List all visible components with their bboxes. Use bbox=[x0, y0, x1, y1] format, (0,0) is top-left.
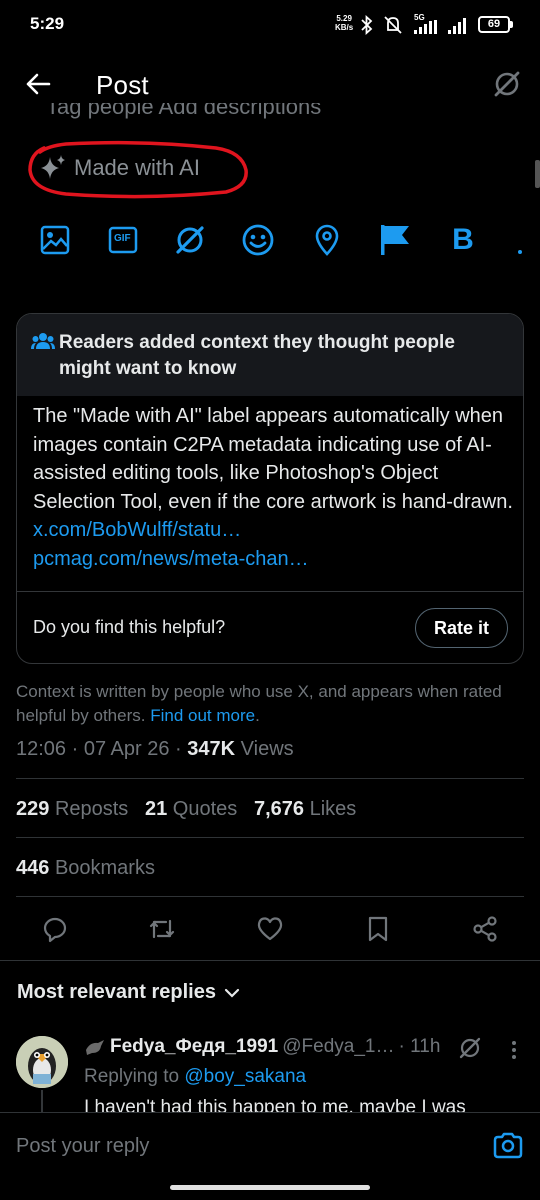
signal-icon-2 bbox=[448, 18, 472, 34]
context-info-period: . bbox=[255, 706, 260, 725]
tag-people-label: Tag people Add descriptions bbox=[46, 103, 322, 119]
reply-display-name[interactable]: Fedya_Федя_1991 bbox=[110, 1036, 278, 1058]
signal-icon-1 bbox=[414, 20, 442, 34]
repost-icon[interactable] bbox=[145, 912, 179, 946]
battery-tip bbox=[510, 21, 513, 28]
likes-label: Likes bbox=[309, 798, 357, 820]
bold-icon[interactable]: B bbox=[445, 222, 481, 258]
grok-icon[interactable] bbox=[492, 69, 522, 99]
likes-stat[interactable]: 7,676 Likes bbox=[254, 798, 356, 820]
status-time: 5:29 bbox=[30, 14, 65, 33]
note-divider bbox=[17, 591, 523, 592]
bookmarks-label: Bookmarks bbox=[54, 857, 155, 879]
views-label: Views bbox=[240, 738, 294, 760]
divider bbox=[16, 837, 524, 838]
bookmarks-count: 446 bbox=[16, 857, 50, 879]
status-bar: 5:29 5.29 KB/s 5G 69 bbox=[0, 0, 540, 50]
network-speed-unit: KB/s bbox=[335, 23, 354, 32]
replies-sort-dropdown[interactable]: Most relevant replies bbox=[17, 981, 240, 1004]
community-note-title: Readers added context they thought peopl… bbox=[59, 332, 455, 379]
reposts-label: Reposts bbox=[54, 798, 129, 820]
replying-to-label: Replying to bbox=[84, 1066, 180, 1087]
views-count: 347K bbox=[187, 738, 236, 760]
bird-icon bbox=[84, 1038, 106, 1056]
people-icon bbox=[31, 332, 55, 350]
chevron-down-icon bbox=[224, 987, 240, 999]
community-note-card: Readers added context they thought peopl… bbox=[16, 313, 524, 664]
reply-input[interactable]: Post your reply bbox=[16, 1135, 149, 1158]
tag-people-row[interactable]: Tag people Add descriptions bbox=[46, 103, 466, 127]
made-with-ai-label[interactable]: Made with AI bbox=[38, 153, 200, 183]
flag-icon[interactable] bbox=[377, 222, 413, 258]
divider bbox=[16, 896, 524, 897]
quotes-count: 21 bbox=[144, 798, 168, 820]
gif-label: GIF bbox=[114, 233, 131, 244]
context-info: Context is written by people who use X, … bbox=[16, 680, 526, 728]
reply-author-row: Fedya_Федя_1991 @Fedya_1… · 11h bbox=[84, 1036, 440, 1058]
network-speed: 5.29 KB/s bbox=[335, 14, 353, 32]
share-icon[interactable] bbox=[468, 912, 502, 946]
gif-icon[interactable]: GIF bbox=[105, 222, 141, 258]
reply-time: · 11h bbox=[398, 1036, 441, 1057]
bluetooth-icon bbox=[360, 15, 374, 35]
replying-to-handle[interactable]: @boy_sakana bbox=[184, 1066, 306, 1087]
reposts-count: 229 bbox=[16, 798, 50, 820]
more-tools-dot[interactable] bbox=[518, 250, 522, 254]
section-divider bbox=[0, 960, 540, 961]
replies-heading: Most relevant replies bbox=[17, 981, 216, 1003]
image-icon[interactable] bbox=[37, 222, 73, 258]
avatar[interactable] bbox=[16, 1036, 68, 1088]
reposts-stat[interactable]: 229 Reposts bbox=[16, 798, 128, 820]
post-meta: 12:06 · 07 Apr 26 · 347K Views bbox=[16, 738, 294, 761]
find-out-more-link[interactable]: Find out more bbox=[150, 706, 255, 725]
home-indicator[interactable] bbox=[170, 1185, 370, 1190]
more-options-icon[interactable] bbox=[511, 1040, 517, 1060]
engagement-stats: 229 Reposts 21 Quotes 7,676 Likes bbox=[16, 798, 356, 821]
community-note-body: The "Made with AI" label appears automat… bbox=[33, 402, 513, 573]
note-source-link-2[interactable]: pcmag.com/news/meta-chan… bbox=[33, 548, 309, 570]
location-icon[interactable] bbox=[309, 222, 345, 258]
sparkle-icon bbox=[38, 153, 68, 183]
post-date: 07 Apr 26 bbox=[83, 738, 170, 760]
replying-to: Replying to @boy_sakana bbox=[84, 1066, 306, 1088]
grok-icon[interactable] bbox=[172, 222, 208, 258]
post-time: 12:06 bbox=[16, 738, 67, 760]
battery-indicator: 69 bbox=[478, 16, 510, 33]
rate-it-button[interactable]: Rate it bbox=[415, 608, 508, 648]
thread-line bbox=[41, 1090, 43, 1112]
meta-separator: · bbox=[175, 738, 182, 760]
bookmarks-stat[interactable]: 446 Bookmarks bbox=[16, 857, 155, 880]
grok-icon[interactable] bbox=[458, 1036, 482, 1060]
page-title: Post bbox=[96, 70, 149, 100]
back-arrow-icon[interactable] bbox=[24, 70, 52, 98]
quotes-label: Quotes bbox=[172, 798, 238, 820]
scrollbar-thumb[interactable] bbox=[535, 160, 540, 188]
camera-icon[interactable] bbox=[492, 1130, 524, 1162]
emoji-icon[interactable] bbox=[240, 222, 276, 258]
reply-handle[interactable]: @Fedya_1… bbox=[282, 1036, 394, 1058]
reply-icon[interactable] bbox=[38, 912, 72, 946]
mute-icon bbox=[382, 15, 404, 35]
divider bbox=[16, 778, 524, 779]
helpful-question: Do you find this helpful? bbox=[33, 617, 226, 637]
network-speed-value: 5.29 bbox=[336, 14, 352, 23]
like-icon[interactable] bbox=[253, 912, 287, 946]
community-note-text: The "Made with AI" label appears automat… bbox=[33, 405, 513, 513]
reply-text: I haven't had this happen to me, maybe I… bbox=[84, 1097, 466, 1113]
quotes-stat[interactable]: 21 Quotes bbox=[145, 798, 237, 820]
likes-count: 7,676 bbox=[253, 798, 305, 820]
meta-separator: · bbox=[71, 738, 79, 760]
made-with-ai-text: Made with AI bbox=[74, 155, 200, 180]
bookmark-icon[interactable] bbox=[361, 912, 395, 946]
note-source-link-1[interactable]: x.com/BobWulff/statu… bbox=[33, 519, 241, 541]
community-note-header: Readers added context they thought peopl… bbox=[17, 314, 523, 396]
